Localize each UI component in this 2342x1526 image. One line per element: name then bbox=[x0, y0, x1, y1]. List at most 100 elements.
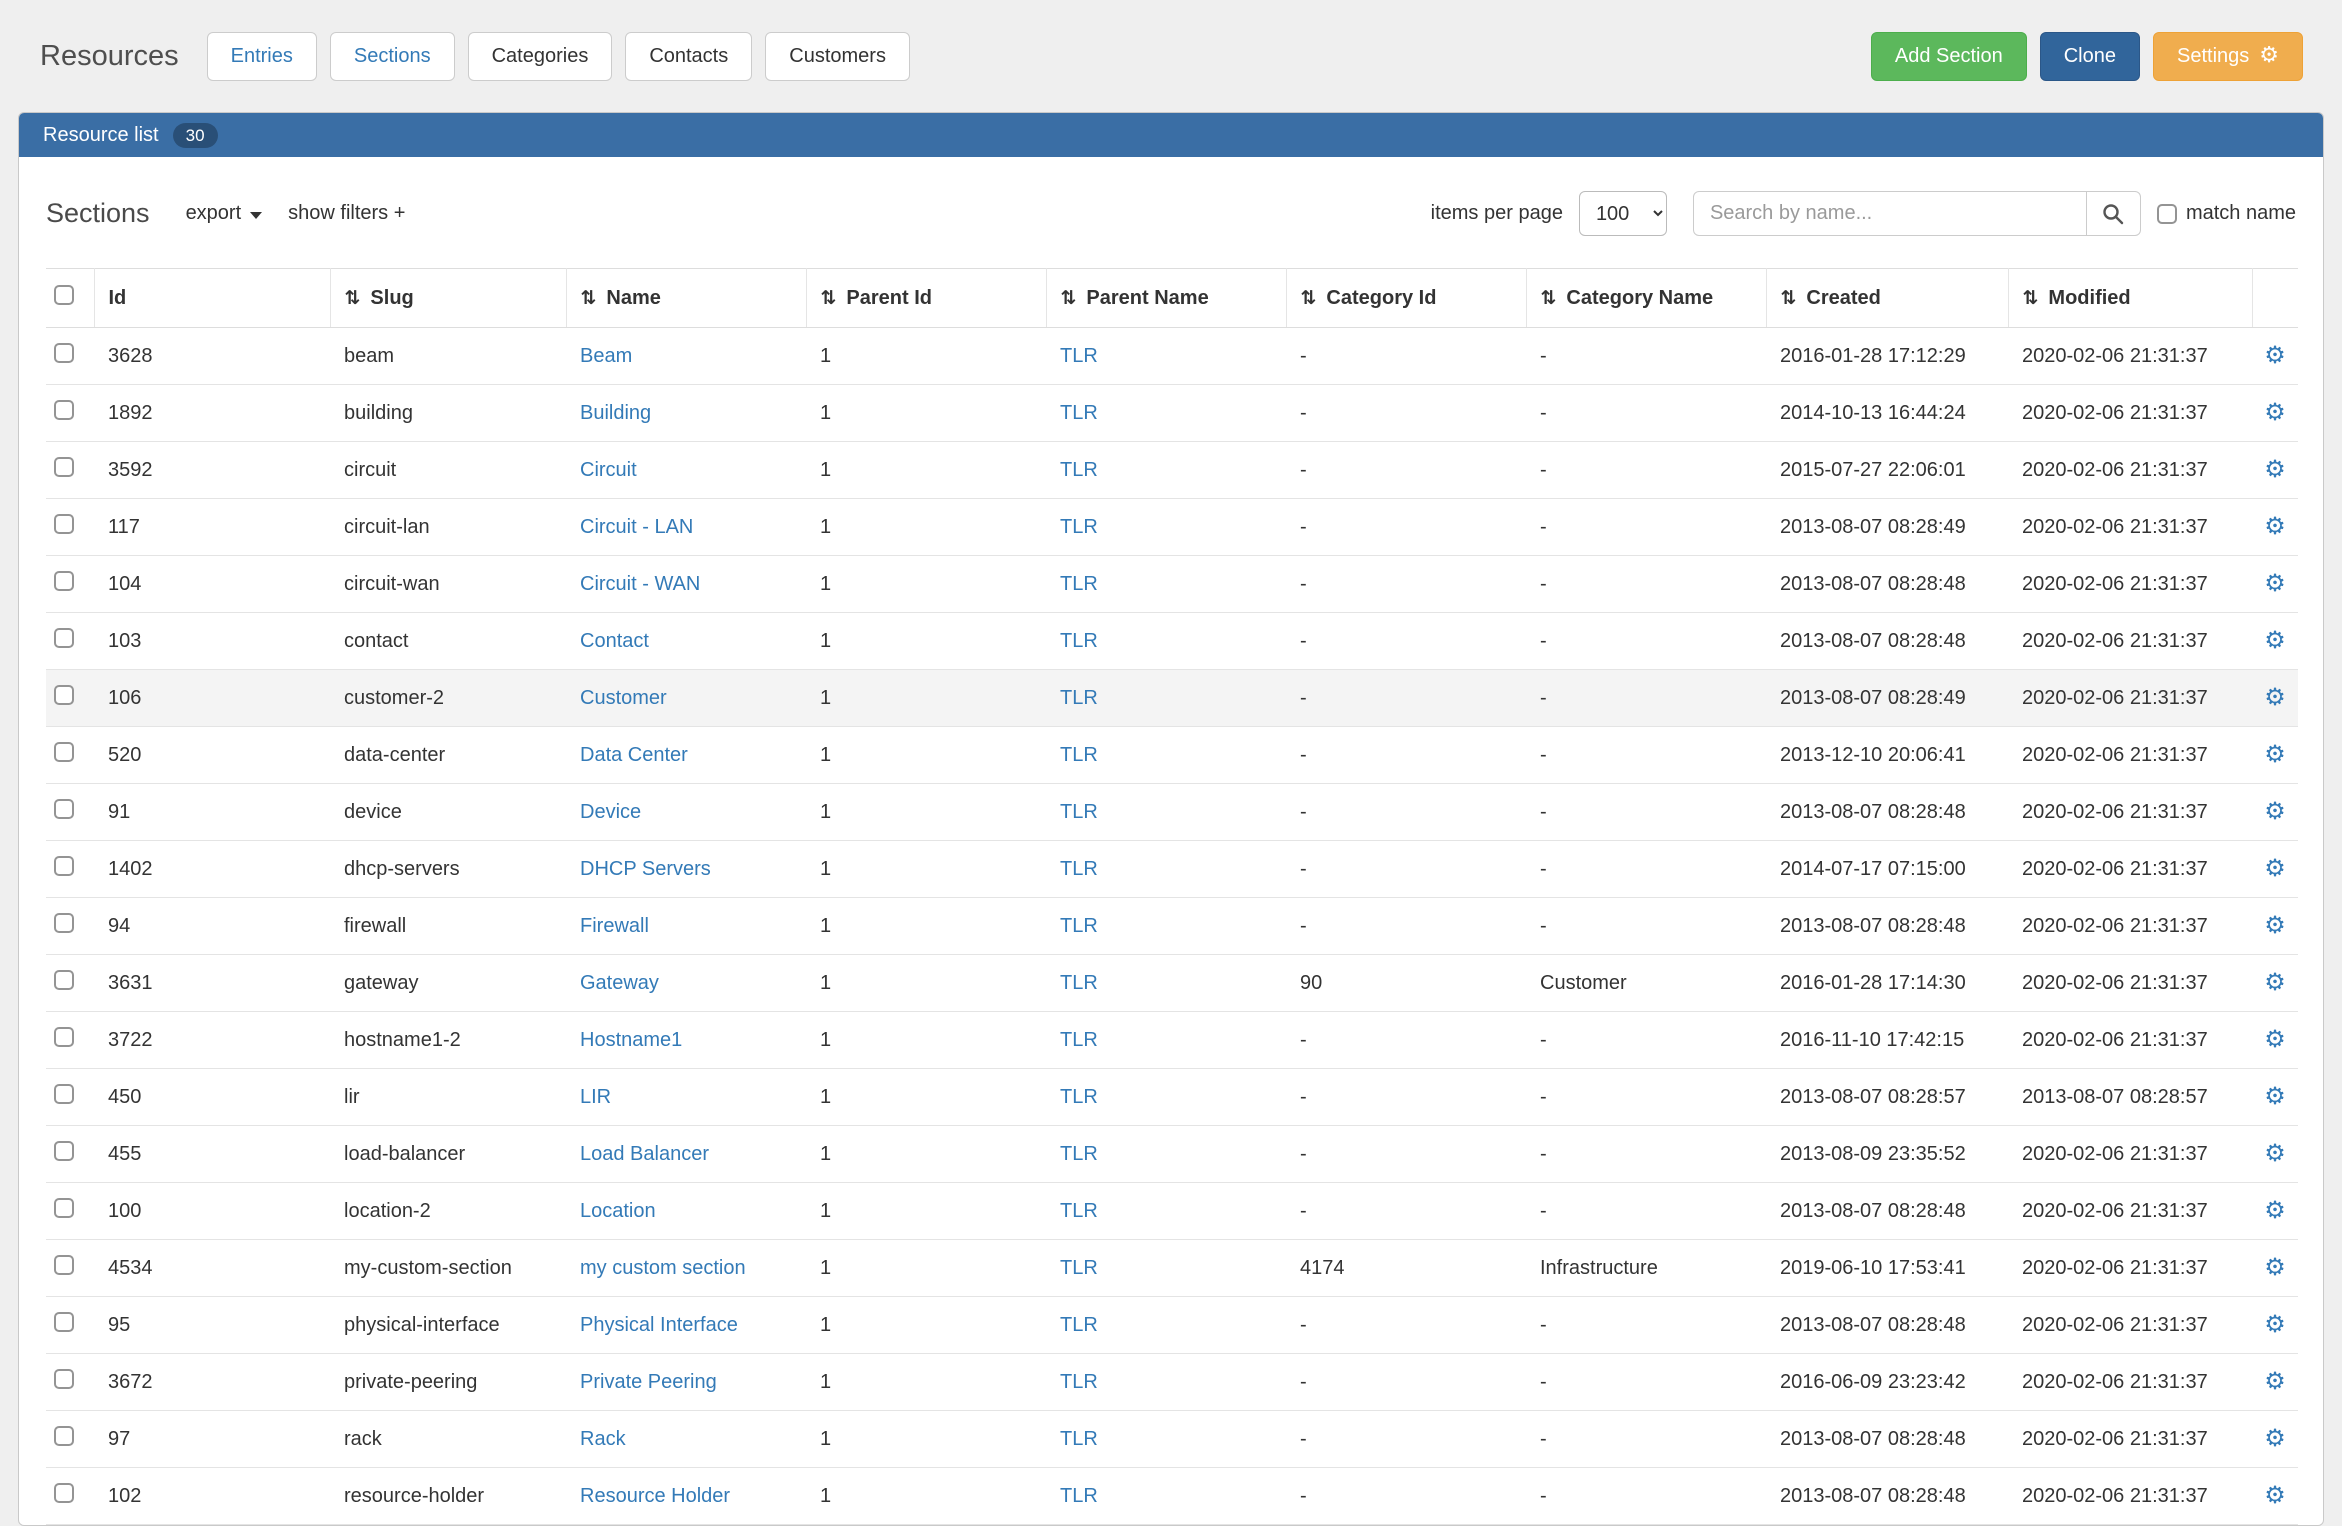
row-checkbox[interactable] bbox=[54, 970, 74, 990]
row-settings-gear-icon[interactable]: ⚙ bbox=[2264, 1025, 2286, 1053]
row-checkbox[interactable] bbox=[54, 1426, 74, 1446]
name-link[interactable]: Private Peering bbox=[580, 1371, 717, 1393]
row-settings-gear-icon[interactable]: ⚙ bbox=[2264, 1253, 2286, 1281]
row-settings-gear-icon[interactable]: ⚙ bbox=[2264, 455, 2286, 483]
row-checkbox[interactable] bbox=[54, 457, 74, 477]
row-settings-gear-icon[interactable]: ⚙ bbox=[2264, 1481, 2286, 1509]
search-button[interactable] bbox=[2087, 191, 2141, 236]
parent-name-link[interactable]: TLR bbox=[1060, 630, 1098, 652]
parent-name-link[interactable]: TLR bbox=[1060, 1257, 1098, 1279]
search-input[interactable] bbox=[1693, 191, 2087, 236]
row-settings-gear-icon[interactable]: ⚙ bbox=[2264, 1082, 2286, 1110]
name-link[interactable]: LIR bbox=[580, 1086, 611, 1108]
row-settings-gear-icon[interactable]: ⚙ bbox=[2264, 911, 2286, 939]
add-section-button[interactable]: Add Section bbox=[1871, 32, 2027, 81]
row-settings-gear-icon[interactable]: ⚙ bbox=[2264, 968, 2286, 996]
parent-name-link[interactable]: TLR bbox=[1060, 402, 1098, 424]
parent-name-link[interactable]: TLR bbox=[1060, 744, 1098, 766]
parent-name-link[interactable]: TLR bbox=[1060, 1485, 1098, 1507]
parent-name-link[interactable]: TLR bbox=[1060, 972, 1098, 994]
row-checkbox[interactable] bbox=[54, 913, 74, 933]
parent-name-link[interactable]: TLR bbox=[1060, 687, 1098, 709]
clone-button[interactable]: Clone bbox=[2040, 32, 2140, 81]
row-checkbox[interactable] bbox=[54, 685, 74, 705]
tab-categories[interactable]: Categories bbox=[468, 32, 613, 81]
row-checkbox[interactable] bbox=[54, 1198, 74, 1218]
tab-sections[interactable]: Sections bbox=[330, 32, 455, 81]
row-checkbox[interactable] bbox=[54, 799, 74, 819]
row-settings-gear-icon[interactable]: ⚙ bbox=[2264, 569, 2286, 597]
name-link[interactable]: Circuit - LAN bbox=[580, 516, 693, 538]
parent-name-link[interactable]: TLR bbox=[1060, 801, 1098, 823]
row-settings-gear-icon[interactable]: ⚙ bbox=[2264, 740, 2286, 768]
row-settings-gear-icon[interactable]: ⚙ bbox=[2264, 797, 2286, 825]
column-header-created[interactable]: ⇅Created bbox=[1766, 269, 2008, 328]
parent-name-link[interactable]: TLR bbox=[1060, 915, 1098, 937]
parent-name-link[interactable]: TLR bbox=[1060, 1029, 1098, 1051]
name-link[interactable]: Resource Holder bbox=[580, 1485, 730, 1507]
match-name-checkbox[interactable] bbox=[2157, 204, 2177, 224]
name-link[interactable]: Gateway bbox=[580, 972, 659, 994]
name-link[interactable]: Beam bbox=[580, 345, 632, 367]
parent-name-link[interactable]: TLR bbox=[1060, 1143, 1098, 1165]
name-link[interactable]: Device bbox=[580, 801, 641, 823]
items-per-page-select[interactable]: 100 bbox=[1579, 191, 1667, 236]
row-checkbox[interactable] bbox=[54, 400, 74, 420]
name-link[interactable]: Building bbox=[580, 402, 651, 424]
parent-name-link[interactable]: TLR bbox=[1060, 1314, 1098, 1336]
settings-button[interactable]: Settings ⚙ bbox=[2153, 32, 2303, 81]
tab-contacts[interactable]: Contacts bbox=[625, 32, 752, 81]
column-header-category-id[interactable]: ⇅Category Id bbox=[1286, 269, 1526, 328]
column-header-slug[interactable]: ⇅Slug bbox=[330, 269, 566, 328]
name-link[interactable]: Physical Interface bbox=[580, 1314, 738, 1336]
row-checkbox[interactable] bbox=[54, 1027, 74, 1047]
row-settings-gear-icon[interactable]: ⚙ bbox=[2264, 1367, 2286, 1395]
row-settings-gear-icon[interactable]: ⚙ bbox=[2264, 1310, 2286, 1338]
row-settings-gear-icon[interactable]: ⚙ bbox=[2264, 512, 2286, 540]
parent-name-link[interactable]: TLR bbox=[1060, 1200, 1098, 1222]
name-link[interactable]: DHCP Servers bbox=[580, 858, 711, 880]
column-header-name[interactable]: ⇅Name bbox=[566, 269, 806, 328]
export-dropdown[interactable]: export bbox=[186, 202, 263, 225]
name-link[interactable]: Rack bbox=[580, 1428, 626, 1450]
name-link[interactable]: my custom section bbox=[580, 1257, 746, 1279]
parent-name-link[interactable]: TLR bbox=[1060, 1428, 1098, 1450]
row-checkbox[interactable] bbox=[54, 1483, 74, 1503]
row-checkbox[interactable] bbox=[54, 1084, 74, 1104]
parent-name-link[interactable]: TLR bbox=[1060, 858, 1098, 880]
row-settings-gear-icon[interactable]: ⚙ bbox=[2264, 854, 2286, 882]
parent-name-link[interactable]: TLR bbox=[1060, 345, 1098, 367]
row-settings-gear-icon[interactable]: ⚙ bbox=[2264, 1424, 2286, 1452]
row-settings-gear-icon[interactable]: ⚙ bbox=[2264, 683, 2286, 711]
column-header-modified[interactable]: ⇅Modified bbox=[2008, 269, 2252, 328]
row-settings-gear-icon[interactable]: ⚙ bbox=[2264, 1196, 2286, 1224]
row-checkbox[interactable] bbox=[54, 742, 74, 762]
parent-name-link[interactable]: TLR bbox=[1060, 516, 1098, 538]
row-checkbox[interactable] bbox=[54, 1141, 74, 1161]
name-link[interactable]: Customer bbox=[580, 687, 667, 709]
tab-customers[interactable]: Customers bbox=[765, 32, 910, 81]
row-checkbox[interactable] bbox=[54, 1255, 74, 1275]
name-link[interactable]: Circuit - WAN bbox=[580, 573, 700, 595]
row-checkbox[interactable] bbox=[54, 856, 74, 876]
row-checkbox[interactable] bbox=[54, 1312, 74, 1332]
row-checkbox[interactable] bbox=[54, 628, 74, 648]
tab-entries[interactable]: Entries bbox=[207, 32, 317, 81]
row-settings-gear-icon[interactable]: ⚙ bbox=[2264, 398, 2286, 426]
name-link[interactable]: Circuit bbox=[580, 459, 637, 481]
name-link[interactable]: Contact bbox=[580, 630, 649, 652]
name-link[interactable]: Firewall bbox=[580, 915, 649, 937]
row-settings-gear-icon[interactable]: ⚙ bbox=[2264, 341, 2286, 369]
row-checkbox[interactable] bbox=[54, 1369, 74, 1389]
parent-name-link[interactable]: TLR bbox=[1060, 1086, 1098, 1108]
parent-name-link[interactable]: TLR bbox=[1060, 459, 1098, 481]
row-checkbox[interactable] bbox=[54, 571, 74, 591]
row-checkbox[interactable] bbox=[54, 514, 74, 534]
row-settings-gear-icon[interactable]: ⚙ bbox=[2264, 1139, 2286, 1167]
select-all-checkbox[interactable] bbox=[54, 285, 74, 305]
name-link[interactable]: Location bbox=[580, 1200, 656, 1222]
name-link[interactable]: Load Balancer bbox=[580, 1143, 709, 1165]
name-link[interactable]: Hostname1 bbox=[580, 1029, 682, 1051]
show-filters-toggle[interactable]: show filters + bbox=[288, 202, 405, 225]
name-link[interactable]: Data Center bbox=[580, 744, 688, 766]
